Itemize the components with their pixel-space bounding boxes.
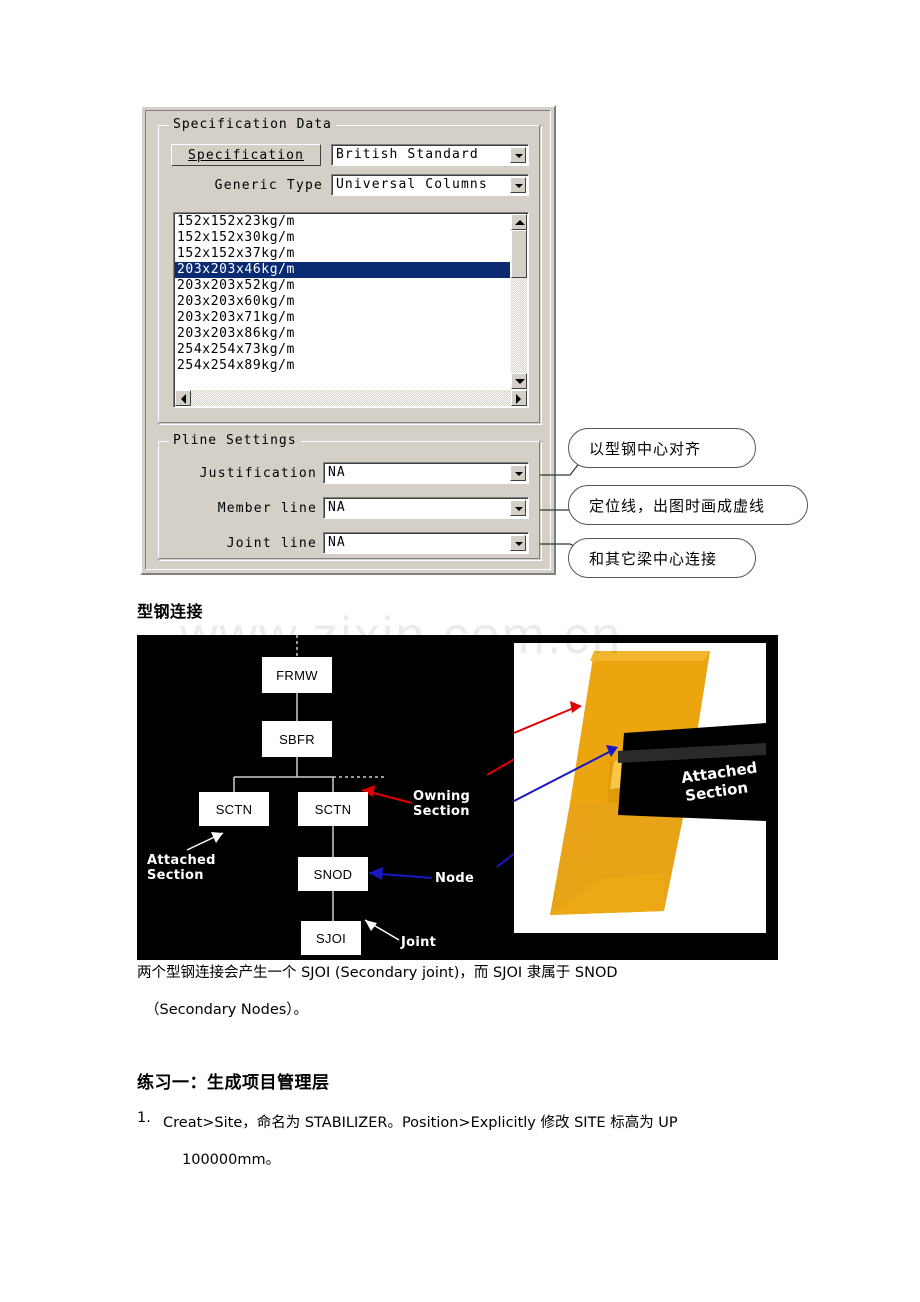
list-item[interactable]: 254x254x73kg/m	[175, 342, 510, 358]
specification-data-title: Specification Data	[169, 117, 336, 132]
generic-type-combo-value: Universal Columns	[336, 177, 488, 192]
callout-justification: 以型钢中心对齐	[568, 428, 756, 468]
exercise-heading: 练习一：生成项目管理层	[137, 1073, 330, 1093]
list-item[interactable]: 203x203x46kg/m	[175, 262, 510, 278]
node-sctn-left[interactable]: SCTN	[199, 792, 269, 826]
node-sjoi[interactable]: SJOI	[301, 921, 361, 955]
list-item[interactable]: 152x152x37kg/m	[175, 246, 510, 262]
list-item-number: 1.	[137, 1110, 151, 1126]
joint-line-combo[interactable]: NA	[323, 532, 529, 554]
section-heading: 型钢连接	[137, 602, 204, 621]
node-label: Node	[435, 871, 475, 886]
beam-svg: Attached Section	[514, 651, 766, 915]
dialog-inner-frame: Specification Data Specification British…	[145, 110, 551, 570]
attached-section-label: Attached Section	[147, 853, 216, 883]
section-list-items: 152x152x23kg/m 152x152x30kg/m 152x152x37kg…	[175, 214, 510, 374]
justification-value: NA	[328, 465, 346, 480]
generic-type-label: Generic Type	[214, 178, 323, 193]
vertical-scroll-thumb[interactable]	[511, 230, 527, 278]
specification-combo[interactable]: British Standard	[331, 144, 529, 166]
node-sbfr[interactable]: SBFR	[262, 721, 332, 757]
horizontal-scroll-track[interactable]	[191, 390, 511, 406]
callout-joint-line: 和其它梁中心连接	[568, 538, 756, 578]
node-sctn-right[interactable]: SCTN	[298, 792, 368, 826]
joint-label: Joint	[401, 935, 437, 950]
list-item[interactable]: 203x203x71kg/m	[175, 310, 510, 326]
node-frmw[interactable]: FRMW	[262, 657, 332, 693]
scroll-down-icon[interactable]	[511, 373, 527, 389]
node-snod[interactable]: SNOD	[298, 857, 368, 891]
member-line-combo[interactable]: NA	[323, 497, 529, 519]
list-item[interactable]: 254x254x89kg/m	[175, 358, 510, 374]
joint-line-value: NA	[328, 535, 346, 550]
pline-settings-title: Pline Settings	[169, 433, 301, 448]
list-item-line-1: Creat>Site，命名为 STABILIZER。Position>Expli…	[163, 1115, 678, 1131]
list-item[interactable]: 152x152x30kg/m	[175, 230, 510, 246]
specification-dialog: Specification Data Specification British…	[140, 105, 556, 575]
list-item-line-2: 100000mm。	[182, 1152, 281, 1168]
paragraph-line-2: （Secondary Nodes）。	[145, 1002, 309, 1018]
list-item[interactable]: 203x203x52kg/m	[175, 278, 510, 294]
scroll-right-icon[interactable]	[511, 390, 527, 406]
specification-data-group: Specification Data Specification British…	[158, 117, 542, 425]
paragraph-line-1: 两个型钢连接会产生一个 SJOI (Secondary joint)，而 SJO…	[137, 965, 618, 981]
list-horizontal-scrollbar[interactable]	[175, 390, 527, 406]
member-line-label: Member line	[217, 501, 317, 516]
3d-beam-render: Attached Section	[514, 643, 766, 933]
list-item[interactable]: 203x203x60kg/m	[175, 294, 510, 310]
owning-section-label: Owning Section	[413, 789, 471, 819]
list-item[interactable]: 152x152x23kg/m	[175, 214, 510, 230]
generic-type-combo[interactable]: Universal Columns	[331, 174, 529, 196]
scroll-left-icon[interactable]	[175, 390, 191, 406]
justification-label: Justification	[199, 466, 317, 481]
specification-combo-value: British Standard	[336, 147, 479, 162]
chevron-down-icon[interactable]	[510, 177, 526, 193]
pline-settings-group: Pline Settings Justification NA Member l…	[158, 433, 542, 561]
chevron-down-icon[interactable]	[510, 147, 526, 163]
member-line-value: NA	[328, 500, 346, 515]
list-item[interactable]: 203x203x86kg/m	[175, 326, 510, 342]
scroll-up-icon[interactable]	[511, 214, 527, 230]
specification-button[interactable]: Specification	[171, 144, 321, 166]
joint-line-label: Joint line	[226, 536, 317, 551]
hierarchy-diagram: Attached Section FRMW SBFR SCTN SCTN SNO…	[137, 635, 778, 960]
justification-combo[interactable]: NA	[323, 462, 529, 484]
callout-member-line: 定位线，出图时画成虚线	[568, 485, 808, 525]
section-list[interactable]: 152x152x23kg/m 152x152x30kg/m 152x152x37kg…	[173, 212, 529, 408]
list-vertical-scrollbar[interactable]	[511, 214, 527, 389]
